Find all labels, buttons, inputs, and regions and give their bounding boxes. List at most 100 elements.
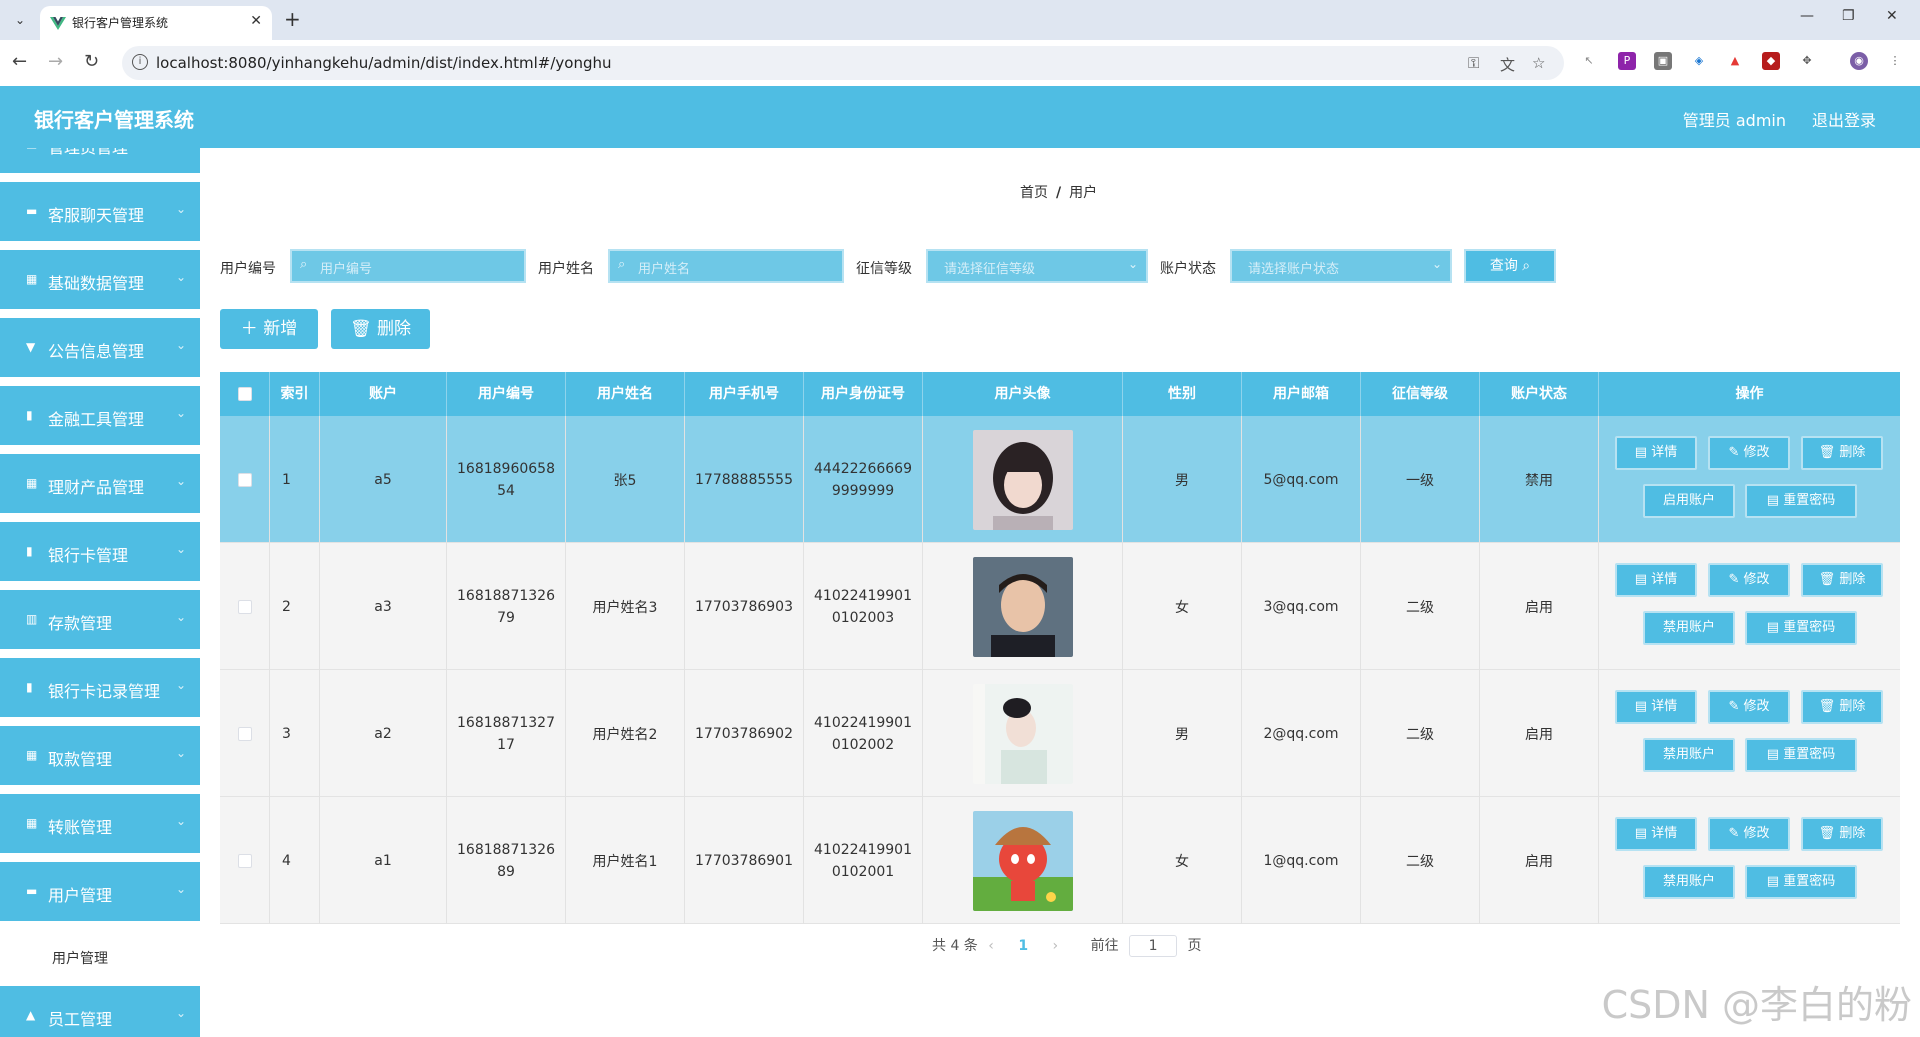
extensions-puzzle-icon[interactable]: ✥ bbox=[1798, 52, 1816, 70]
sidebar-item-products[interactable]: ▦ 理财产品管理 ⌄ bbox=[0, 454, 200, 516]
batch-delete-button[interactable]: 🗑 删除 bbox=[331, 309, 430, 349]
table-header: 索引 账户 用户编号 用户姓名 用户手机号 用户身份证号 用户头像 性别 用户邮… bbox=[220, 372, 1900, 416]
edit-button[interactable]: ✎ 修改 bbox=[1708, 436, 1790, 470]
forward-arrow-icon[interactable]: → bbox=[48, 52, 63, 72]
chevron-down-icon: ⌄ bbox=[175, 814, 186, 828]
cell-index: 4 bbox=[270, 797, 320, 924]
address-url[interactable]: localhost:8080/yinhangkehu/admin/dist/in… bbox=[156, 54, 612, 72]
cell-operations: ▤ 详情 ✎ 修改 🗑 删除禁用账户 ▤ 重置密码 bbox=[1599, 797, 1900, 924]
sidebar-item-basedata[interactable]: ▦ 基础数据管理 ⌄ bbox=[0, 250, 200, 312]
delete-button[interactable]: 🗑 删除 bbox=[1801, 817, 1883, 851]
query-button[interactable]: 查询 ⌕ bbox=[1464, 249, 1556, 283]
reset-password-button[interactable]: ▤ 重置密码 bbox=[1745, 611, 1857, 645]
chat-icon: ▬ bbox=[26, 204, 38, 218]
sidebar: ▦ 管理员管理 ⌄ ▬ 客服聊天管理 ⌄ ▦ 基础数据管理 ⌄ ▼ 公告信息管理 ⌄ ▮ 金融工具… bbox=[0, 148, 200, 1037]
sidebar-item-label: 基础数据管理 bbox=[48, 274, 145, 293]
extension-shield-icon[interactable]: ◆ bbox=[1762, 52, 1780, 70]
site-info-icon[interactable]: i bbox=[132, 54, 148, 70]
credit-level-select[interactable]: 请选择征信等级 ⌄ bbox=[926, 249, 1148, 283]
sidebar-item-finance-tools[interactable]: ▮ 金融工具管理 ⌄ bbox=[0, 386, 200, 448]
sidebar-item-cards[interactable]: ▮ 银行卡管理 ⌄ bbox=[0, 522, 200, 584]
cell-status: 启用 bbox=[1480, 670, 1599, 797]
chevron-down-icon: ⌄ bbox=[1431, 257, 1442, 271]
sidebar-item-users[interactable]: ▬ 用户管理 ⌄ bbox=[0, 862, 200, 924]
edit-button[interactable]: ✎ 修改 bbox=[1708, 817, 1790, 851]
select-all-checkbox[interactable] bbox=[237, 387, 252, 401]
translate-icon[interactable]: 文 bbox=[1500, 54, 1515, 75]
address-bar[interactable]: i localhost:8080/yinhangkehu/admin/dist/… bbox=[122, 46, 1564, 80]
delete-button[interactable]: 🗑 删除 bbox=[1801, 436, 1883, 470]
delete-button[interactable]: 🗑 删除 bbox=[1801, 563, 1883, 597]
detail-button[interactable]: ▤ 详情 bbox=[1615, 817, 1697, 851]
user-no-input[interactable]: ⌕ 用户编号 bbox=[290, 249, 526, 283]
browser-tab[interactable]: 银行客户管理系统 ✕ bbox=[40, 6, 272, 40]
extension-purple-icon[interactable]: P bbox=[1618, 52, 1636, 70]
chevron-down-icon: ⌄ bbox=[1127, 257, 1138, 271]
profile-avatar-icon[interactable]: ◉ bbox=[1850, 52, 1868, 70]
user-name-input[interactable]: ⌕ 用户姓名 bbox=[608, 249, 844, 283]
browser-menu-icon[interactable]: ⋮ bbox=[1886, 52, 1904, 70]
sidebar-item-chat[interactable]: ▬ 客服聊天管理 ⌄ bbox=[0, 182, 200, 244]
page-number[interactable]: 1 bbox=[1018, 938, 1028, 954]
close-tab-icon[interactable]: ✕ bbox=[250, 13, 262, 29]
sidebar-item-withdraw[interactable]: ▦ 取款管理 ⌄ bbox=[0, 726, 200, 788]
reset-password-button[interactable]: ▤ 重置密码 bbox=[1745, 484, 1857, 518]
query-button-label: 查询 bbox=[1489, 258, 1518, 274]
edit-button-label: 修改 bbox=[1743, 699, 1770, 714]
close-window-icon[interactable]: ✕ bbox=[1886, 8, 1898, 24]
prev-page-icon[interactable]: ‹ bbox=[988, 938, 994, 954]
restore-icon[interactable]: ❐ bbox=[1842, 8, 1855, 24]
sidebar-item-label: 公告信息管理 bbox=[48, 342, 145, 361]
extension-red-icon[interactable]: ▲ bbox=[1726, 52, 1744, 70]
account-status-select[interactable]: 请选择账户状态 ⌄ bbox=[1230, 249, 1452, 283]
sidebar-item-admin[interactable]: ▦管理员管理⌄ bbox=[0, 148, 200, 176]
toggle-account-button[interactable]: 禁用账户 bbox=[1643, 865, 1735, 899]
toggle-account-button[interactable]: 禁用账户 bbox=[1643, 611, 1735, 645]
sidebar-item-staff[interactable]: ▲ 员工管理 ⌄ bbox=[0, 986, 200, 1037]
password-key-icon[interactable]: ⚿ bbox=[1468, 54, 1479, 72]
row-checkbox-cell bbox=[220, 543, 270, 670]
add-button[interactable]: ＋ 新增 bbox=[220, 309, 318, 349]
search-icon: ⌕ bbox=[618, 257, 626, 272]
delete-button[interactable]: 🗑 删除 bbox=[1801, 690, 1883, 724]
breadcrumb-home[interactable]: 首页 bbox=[1020, 185, 1048, 201]
toggle-account-button[interactable]: 禁用账户 bbox=[1643, 738, 1735, 772]
row-checkbox[interactable] bbox=[237, 599, 252, 614]
sidebar-item-transfer[interactable]: ▦ 转账管理 ⌄ bbox=[0, 794, 200, 856]
detail-button[interactable]: ▤ 详情 bbox=[1615, 690, 1697, 724]
sidebar-subitem-users[interactable]: 用户管理 bbox=[0, 932, 200, 982]
reset-password-button[interactable]: ▤ 重置密码 bbox=[1745, 865, 1857, 899]
extension-cursor-icon[interactable]: ↖ bbox=[1580, 52, 1598, 70]
sidebar-item-card-records[interactable]: ▮ 银行卡记录管理 ⌄ bbox=[0, 658, 200, 720]
new-tab-plus-icon[interactable]: + bbox=[284, 8, 301, 30]
extension-grey-icon[interactable]: ▣ bbox=[1654, 52, 1672, 70]
back-arrow-icon[interactable]: ← bbox=[12, 52, 27, 72]
extension-layers-icon[interactable]: ◈ bbox=[1690, 52, 1708, 70]
reload-icon[interactable]: ↻ bbox=[84, 52, 99, 72]
sidebar-item-deposit[interactable]: ▥ 存款管理 ⌄ bbox=[0, 590, 200, 652]
user-avatar-image bbox=[972, 683, 1073, 784]
logout-link[interactable]: 退出登录 bbox=[1812, 107, 1876, 131]
tab-list-chevron-icon[interactable]: ⌄ bbox=[8, 8, 32, 32]
edit-button[interactable]: ✎ 修改 bbox=[1708, 690, 1790, 724]
detail-button[interactable]: ▤ 详情 bbox=[1615, 436, 1697, 470]
goto-page-input[interactable]: 1 bbox=[1129, 935, 1178, 957]
toggle-account-button[interactable]: 启用账户 bbox=[1643, 484, 1735, 518]
document-icon: ▮ bbox=[26, 680, 33, 694]
next-page-icon[interactable]: › bbox=[1053, 938, 1059, 954]
reset-password-button[interactable]: ▤ 重置密码 bbox=[1745, 738, 1857, 772]
bookmark-star-icon[interactable]: ☆ bbox=[1532, 54, 1545, 72]
edit-button[interactable]: ✎ 修改 bbox=[1708, 563, 1790, 597]
row-checkbox[interactable] bbox=[237, 726, 252, 741]
row-checkbox[interactable] bbox=[237, 472, 252, 487]
row-checkbox[interactable] bbox=[237, 853, 252, 868]
minimize-icon[interactable]: — bbox=[1800, 8, 1814, 24]
total-count: 共 4 条 bbox=[932, 938, 978, 954]
sidebar-item-notice[interactable]: ▼ 公告信息管理 ⌄ bbox=[0, 318, 200, 380]
trash-icon: 🗑 bbox=[1818, 445, 1836, 460]
cell-credit: 二级 bbox=[1361, 543, 1480, 670]
chat-icon: ▬ bbox=[26, 884, 38, 898]
sidebar-item-label: 管理员管理 bbox=[48, 148, 128, 158]
detail-button[interactable]: ▤ 详情 bbox=[1615, 563, 1697, 597]
user-no-placeholder: 用户编号 bbox=[320, 262, 373, 277]
